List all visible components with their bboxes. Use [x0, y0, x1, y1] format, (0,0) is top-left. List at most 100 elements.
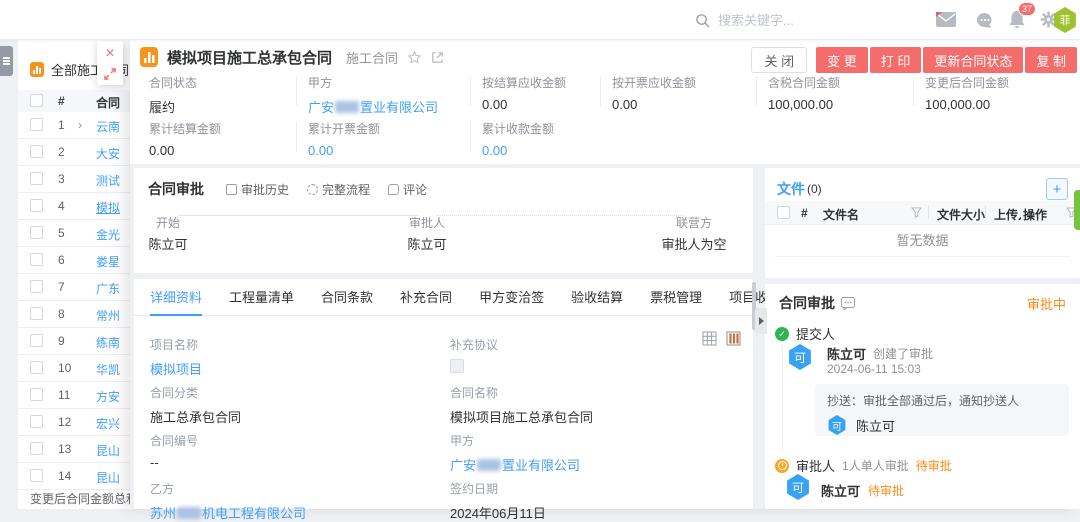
row-checkbox[interactable] [30, 415, 43, 428]
detail-tab[interactable]: 补充合同 [400, 279, 452, 316]
close-button[interactable]: 关 闭 [751, 47, 807, 73]
comment-icon[interactable] [841, 297, 855, 310]
form-field: 乙方 苏州机电工程有限公司 [150, 460, 445, 508]
close-detail-button[interactable]: × [105, 46, 114, 62]
row-checkbox[interactable] [30, 469, 43, 482]
row-checkbox[interactable] [30, 280, 43, 293]
summary-field: 累计结算金额 0.00 [149, 120, 304, 158]
field-label: 按开票应收金额 [612, 74, 767, 91]
contract-list-row[interactable]: 1 › 云南 [18, 112, 130, 139]
sidebar-collapse-handle[interactable] [0, 46, 13, 76]
contract-list-row[interactable]: 14 › 昆山 [18, 463, 130, 490]
contract-link[interactable]: 娄星 [96, 253, 120, 270]
row-checkbox[interactable] [30, 334, 43, 347]
contract-link[interactable]: 常州 [96, 307, 120, 324]
row-checkbox[interactable] [30, 307, 43, 320]
contract-list-row[interactable]: 10 › 华凯 [18, 355, 130, 382]
menu-icon [3, 57, 10, 59]
field-label: 甲方 [308, 74, 463, 91]
row-checkbox[interactable] [30, 388, 43, 401]
open-external-icon[interactable] [431, 51, 444, 64]
index-column-header: # [58, 94, 65, 108]
search-input[interactable] [718, 13, 868, 28]
add-file-button[interactable]: + [1046, 178, 1068, 200]
approval-status-badge: 审批中 [1027, 294, 1066, 313]
field-label: 签约日期 [450, 480, 745, 497]
row-number: 1 [58, 118, 65, 132]
contract-link[interactable]: 宏兴 [96, 415, 120, 432]
row-checkbox[interactable] [30, 118, 43, 131]
files-select-all-checkbox[interactable] [777, 206, 790, 219]
flow-toolbar-link[interactable]: 审批历史 [226, 181, 289, 198]
panel-collapse-handle[interactable] [755, 308, 767, 334]
name-column-header: 合同 [96, 94, 120, 111]
action-button[interactable]: 变 更 [816, 47, 868, 73]
floating-side-tab[interactable] [1074, 190, 1080, 230]
filter-icon[interactable] [911, 207, 922, 221]
submitter-action: 创建了审批 [873, 345, 933, 362]
contract-link[interactable]: 广东 [96, 280, 120, 297]
row-checkbox[interactable] [30, 361, 43, 374]
flow-title: 合同审批 [148, 179, 204, 199]
cc-note-box: 抄送：审批全部通过后，通知抄送人 可 陈立可 [815, 384, 1069, 436]
field-value: 2024年06月11日 [450, 503, 745, 522]
detail-tab[interactable]: 详细资料 [150, 279, 202, 316]
flow-toolbar-link[interactable]: 完整流程 [307, 181, 370, 198]
action-button[interactable]: 更新合同状态 [923, 47, 1023, 73]
contract-link[interactable]: 昆山 [96, 442, 120, 459]
row-checkbox[interactable] [30, 226, 43, 239]
detail-actions: 关 闭 变 更 打 印 更新合同状态 复 制 [751, 47, 1077, 73]
contract-list-row[interactable]: 9 › 练南 [18, 328, 130, 355]
contract-list-row[interactable]: 3 › 测试 [18, 166, 130, 193]
contract-title: 模拟项目施工总承包合同 [167, 47, 332, 68]
action-button[interactable]: 复 制 [1025, 47, 1077, 73]
chat-icon[interactable] [976, 12, 994, 32]
row-number: 2 [58, 145, 65, 159]
row-checkbox[interactable] [30, 199, 43, 212]
contract-list-row[interactable]: 8 › 常州 [18, 301, 130, 328]
favorite-star-icon[interactable] [407, 50, 422, 65]
supplement-checkbox[interactable] [450, 359, 464, 373]
fullscreen-button[interactable] [104, 68, 116, 80]
contract-list-row[interactable]: 13 › 昆山 [18, 436, 130, 463]
contract-link[interactable]: 大安 [96, 145, 120, 162]
detail-tab[interactable]: 票税管理 [650, 279, 702, 316]
contract-list-row[interactable]: 11 › 方安 [18, 382, 130, 409]
global-search[interactable] [695, 0, 868, 40]
row-checkbox[interactable] [30, 145, 43, 158]
flow-toolbar-link[interactable]: 评论 [388, 181, 427, 198]
row-checkbox[interactable] [30, 442, 43, 455]
contract-list-row[interactable]: 7 › 广东 [18, 274, 130, 301]
mail-icon[interactable] [936, 12, 956, 30]
field-label: 合同编号 [150, 432, 445, 449]
toolbar-icon [307, 184, 318, 195]
contract-list-row[interactable]: 2 › 大安 [18, 139, 130, 166]
summary-field: 变更后合同金额 100,000.00 [925, 74, 1080, 112]
field-label: 合同名称 [450, 384, 745, 401]
redacted-text [335, 101, 359, 113]
detail-tab[interactable]: 合同条款 [321, 279, 373, 316]
detail-tab[interactable]: 验收结算 [571, 279, 623, 316]
contract-link[interactable]: 测试 [96, 172, 120, 189]
flow-connector-solid [178, 215, 418, 216]
contract-link[interactable]: 华凯 [96, 361, 120, 378]
field-label: 合同状态 [149, 74, 304, 91]
field-label: 含税合同金额 [768, 74, 923, 91]
approver-pending-status: 待审批 [916, 457, 952, 474]
detail-tab[interactable]: 甲方变洽签 [479, 279, 544, 316]
field-label: 补充协议 [450, 336, 745, 353]
detail-tab[interactable]: 工程量清单 [229, 279, 294, 316]
contract-list-row[interactable]: 12 › 宏兴 [18, 409, 130, 436]
contract-link[interactable]: 练南 [96, 334, 120, 351]
contract-link[interactable]: 方安 [96, 388, 120, 405]
select-all-checkbox[interactable] [30, 94, 43, 107]
action-button[interactable]: 打 印 [870, 47, 922, 73]
contract-list-panel: 全部施工合同 # 合同 1 › 云南 2 › 大安 3 › [18, 40, 130, 509]
step-person: 审批人为空 [634, 234, 754, 253]
contract-link[interactable]: 昆山 [96, 469, 120, 486]
contract-link[interactable]: 云南 [96, 118, 120, 135]
row-checkbox[interactable] [30, 253, 43, 266]
files-card: 文件 (0) + # 文件名 文件大小 上传人 操作 暂无数据 [765, 168, 1080, 278]
row-checkbox[interactable] [30, 172, 43, 185]
row-expand-icon[interactable]: › [78, 118, 82, 132]
